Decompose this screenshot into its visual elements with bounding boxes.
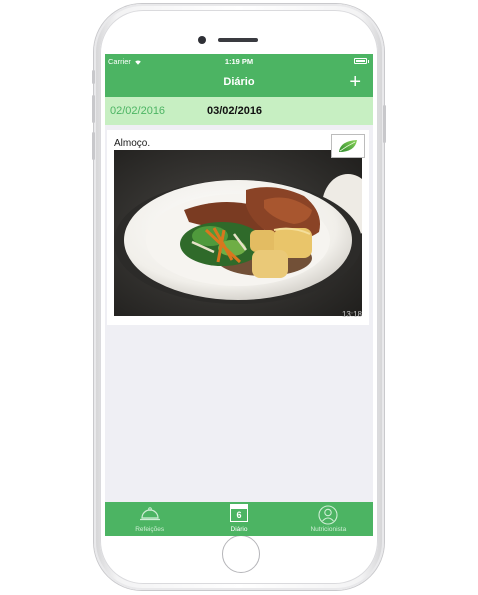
calendar-day: 6 [229,509,248,522]
meal-time: 13:18 [341,310,362,319]
previous-date-button[interactable]: 02/02/2016 [110,105,165,117]
volume-up-button [92,95,95,123]
tab-nutricionista[interactable]: Nutricionista [284,502,373,536]
navigation-bar: Diário + [105,68,373,97]
meal-card[interactable]: Almoço. 13:18 [107,130,369,325]
food-plate-image [114,150,362,316]
status-bar: Carrier 1:19 PM [105,54,373,68]
tab-label-refeicoes: Refeições [135,526,165,533]
meal-photo [114,150,362,316]
app-screen: Carrier 1:19 PM Diário + 02/02/2016 03/0… [105,54,373,536]
tab-label-nutricionista: Nutricionista [310,526,347,533]
mute-switch [92,70,95,84]
current-date-label[interactable]: 03/02/2016 [207,105,262,117]
add-button[interactable]: + [349,70,361,94]
tab-refeicoes[interactable]: Refeições [105,502,194,536]
tab-label-diario: Diário [230,526,248,533]
calendar-icon: 6 [229,504,248,523]
person-icon [318,505,338,525]
status-time: 1:19 PM [224,57,254,66]
battery-icon [354,58,367,64]
home-button[interactable] [222,535,260,573]
cloche-icon [139,507,160,521]
date-selector: 02/02/2016 03/02/2016 [105,97,373,125]
meal-title: Almoço. [114,138,151,149]
page-title: Diário [223,76,255,88]
tab-bar: Refeições 6 Diário Nutricionista [105,502,373,536]
front-camera [198,36,206,44]
battery-tip [367,60,369,63]
earpiece-speaker [218,38,258,42]
leaf-icon [339,140,357,152]
power-button [383,105,386,143]
volume-down-button [92,132,95,160]
tab-diario[interactable]: 6 Diário [194,502,283,536]
healthy-badge[interactable] [331,134,365,158]
